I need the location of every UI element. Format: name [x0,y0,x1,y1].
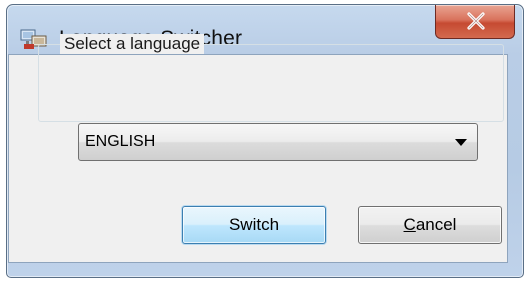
group-label: Select a language [60,34,205,54]
close-button[interactable] [435,5,515,39]
language-dropdown[interactable]: ENGLISH [78,123,478,161]
switch-button[interactable]: Switch [182,206,326,244]
close-icon [467,12,485,30]
language-group-box [38,44,504,122]
cancel-button[interactable]: Cancel [358,206,502,244]
selected-language: ENGLISH [85,133,156,150]
dropdown-arrow-icon [455,139,467,146]
